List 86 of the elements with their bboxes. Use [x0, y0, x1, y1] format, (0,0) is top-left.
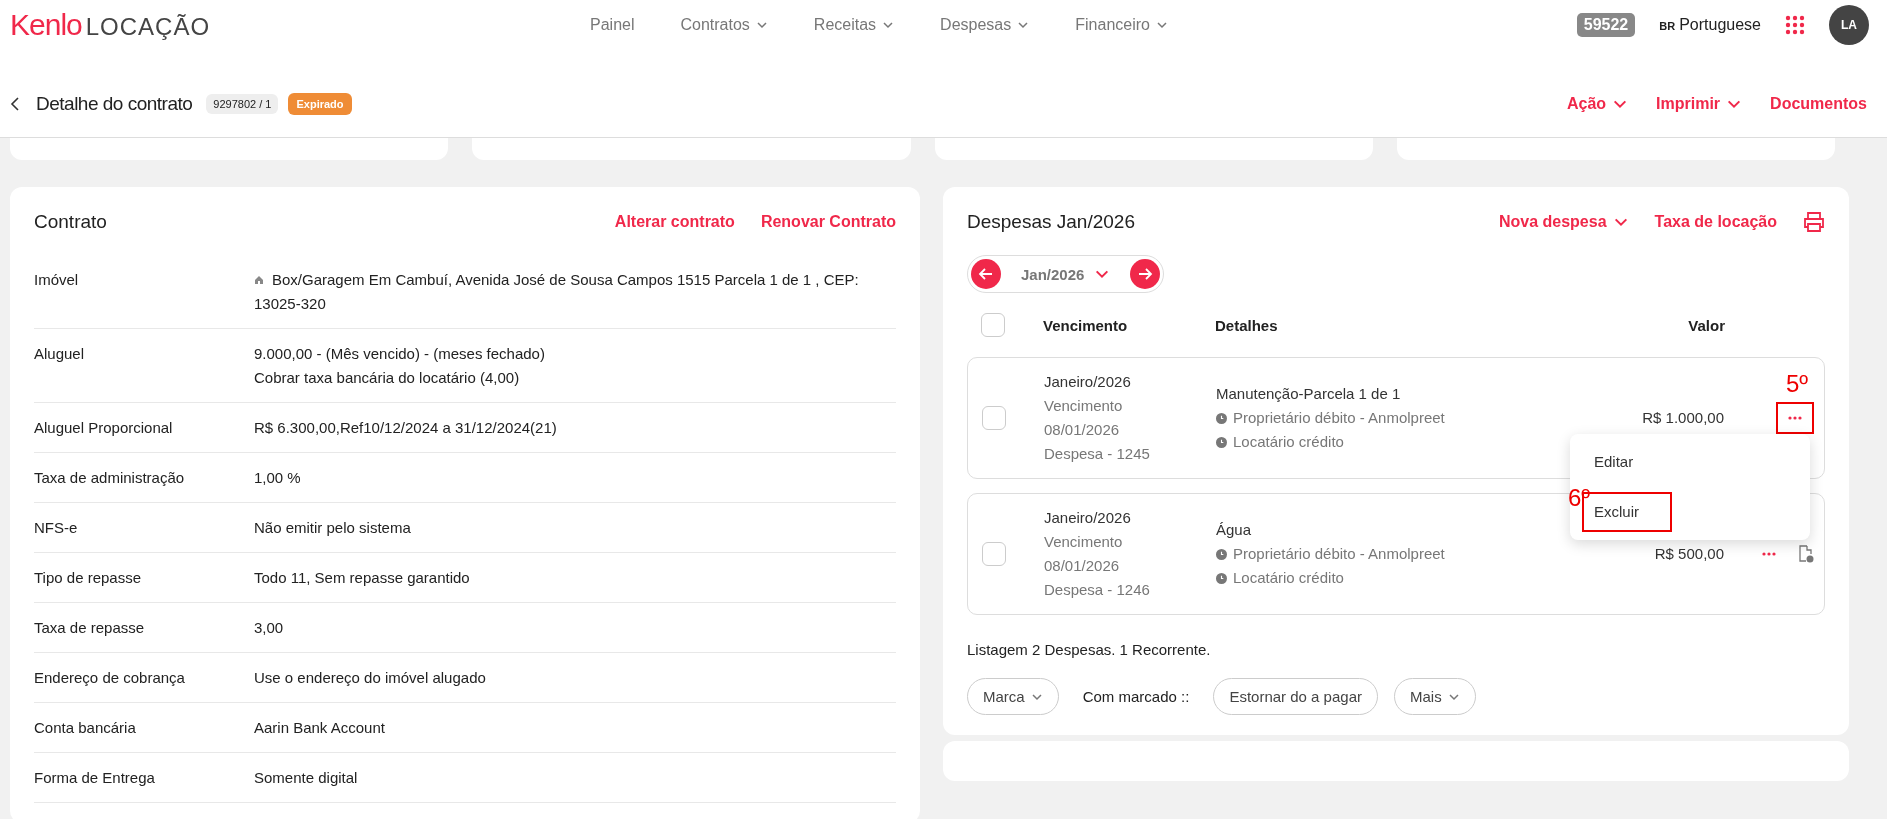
- bulk-action-button[interactable]: Mais: [1394, 678, 1476, 715]
- select-all-checkbox[interactable]: [981, 313, 1005, 337]
- field-label: Forma de Entrega: [34, 768, 156, 788]
- field-label: Endereço de cobrança: [34, 668, 186, 688]
- nav-item[interactable]: Despesas: [940, 16, 1030, 34]
- user-avatar[interactable]: LA: [1829, 5, 1869, 45]
- field-value: Cobrar taxa bancária do locatário (4,00): [254, 368, 521, 388]
- clock-icon: [1216, 548, 1227, 560]
- column-header: Detalhes: [1215, 316, 1279, 334]
- due-label: Vencimento: [1044, 532, 1124, 552]
- row-checkbox[interactable]: [982, 542, 1006, 566]
- tenant-credit: Locatário crédito: [1216, 566, 1574, 590]
- account-badge: 59522: [1576, 13, 1636, 37]
- field-label: Taxa de repasse: [34, 618, 146, 638]
- field-value: 3,00: [254, 618, 285, 638]
- row-checkbox[interactable]: [982, 406, 1006, 430]
- due-date: 08/01/2026: [1044, 420, 1121, 440]
- next-month-button[interactable]: [1130, 259, 1161, 289]
- action-link[interactable]: Imprimir: [1656, 94, 1743, 113]
- field-value: Box/Garagem Em Cambuí, Avenida José de Sousa Campos 1515 Parcela 1 de 1 , CEP: 13025-320: [254, 270, 860, 314]
- field-label: Conta bancária: [34, 718, 137, 738]
- expense-description: Manutenção-Parcela 1 de 1: [1216, 384, 1402, 404]
- nav-item[interactable]: Painel: [590, 16, 635, 34]
- month-dropdown[interactable]: Jan/2026: [1015, 264, 1117, 284]
- field-value: Somente digital: [254, 768, 359, 788]
- owner-debit: Proprietário débito - Anmolpreet: [1216, 542, 1574, 566]
- field-value: 9.000,00 - (Mês vencido) - (meses fechado): [254, 344, 546, 364]
- field-label: Taxa de administração: [34, 468, 186, 488]
- action-link[interactable]: Documentos: [1770, 94, 1867, 113]
- expense-month: Janeiro/2026: [1044, 508, 1132, 528]
- chevron-left-icon: [10, 95, 20, 112]
- printer-icon[interactable]: [1803, 212, 1825, 232]
- contract-number: 9297802 / 1: [206, 93, 279, 114]
- field-label: Aluguel: [34, 344, 86, 364]
- nav-item[interactable]: Contratos: [680, 16, 768, 34]
- field-value: R$ 6.300,00,Ref10/12/2024 a 31/12/2024(21): [254, 418, 558, 438]
- nav-item[interactable]: Financeiro: [1075, 16, 1168, 34]
- language-selector[interactable]: BR Portuguese: [1659, 16, 1761, 34]
- card-title: Contrato: [34, 211, 108, 233]
- field-label: NFS-e: [34, 518, 79, 538]
- field-label: Imóvel: [34, 270, 80, 290]
- owner-debit: Proprietário débito - Anmolpreet: [1216, 406, 1574, 430]
- expense-value: R$ 1.000,00: [1641, 408, 1724, 428]
- card-action-link[interactable]: Taxa de locação: [1654, 213, 1777, 231]
- page-title: Detalhe do contrato: [36, 92, 193, 115]
- clock-icon: [1216, 412, 1227, 424]
- card-title: Despesas Jan/2026: [967, 211, 1136, 233]
- arrow-right-icon: [1137, 266, 1154, 282]
- expense-month: Janeiro/2026: [1044, 372, 1132, 392]
- due-label: Vencimento: [1044, 396, 1124, 416]
- field-value: 1,00 %: [254, 468, 302, 488]
- mark-dropdown[interactable]: Marca: [967, 678, 1059, 715]
- house-icon: [254, 275, 264, 285]
- field-label: Aluguel Proporcional: [34, 418, 174, 438]
- card-action-link[interactable]: Renovar Contrato: [760, 213, 896, 231]
- field-value: Aarin Bank Account: [254, 718, 386, 738]
- more-dots-icon: [1762, 552, 1776, 556]
- due-date: 08/01/2026: [1044, 556, 1121, 576]
- listing-summary: Listagem 2 Despesas. 1 Recorrente.: [967, 641, 1212, 658]
- column-header: Vencimento: [1043, 316, 1129, 334]
- status-badge: Expirado: [288, 92, 352, 115]
- expense-description: Água: [1216, 520, 1253, 540]
- action-link[interactable]: Ação: [1566, 94, 1629, 113]
- card-action-link[interactable]: Alterar contrato: [614, 213, 735, 231]
- annotation-label: 5º: [1786, 370, 1809, 398]
- card-action-link[interactable]: Nova despesa: [1498, 213, 1629, 231]
- with-marked-label: Com marcado ::: [1081, 688, 1191, 705]
- field-label: Tipo de repasse: [34, 568, 142, 588]
- apps-grid-icon[interactable]: [1785, 15, 1805, 35]
- column-header: Valor: [1687, 316, 1725, 334]
- more-dots-icon: [1788, 416, 1802, 420]
- expense-value: R$ 500,00: [1653, 544, 1724, 564]
- expense-id: Despesa - 1246: [1044, 580, 1151, 600]
- field-value: Todo 11, Sem repasse garantido: [254, 568, 471, 588]
- previous-month-button[interactable]: [971, 259, 1001, 289]
- field-value: Use o endereço do imóvel alugado: [254, 668, 487, 688]
- clock-icon: [1216, 436, 1227, 448]
- kenlo-logo[interactable]: Kenlo LOCAÇÃO: [10, 8, 590, 42]
- bulk-action-button[interactable]: Estornar do a pagar: [1213, 678, 1378, 715]
- menu-item[interactable]: Editar: [1582, 442, 1646, 482]
- tenant-credit: Locatário crédito: [1216, 430, 1574, 454]
- expense-id: Despesa - 1245: [1044, 444, 1151, 464]
- clock-icon: [1216, 572, 1227, 584]
- field-value: Não emitir pelo sistema: [254, 518, 412, 538]
- arrow-left-icon: [978, 266, 994, 282]
- nav-item[interactable]: Receitas: [813, 16, 895, 34]
